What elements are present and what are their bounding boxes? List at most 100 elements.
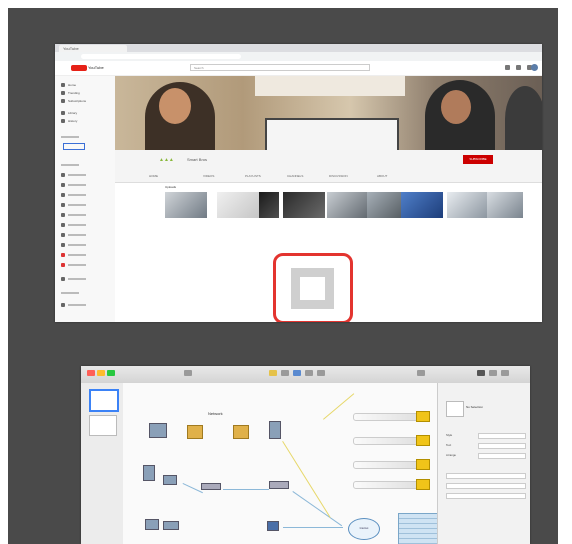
sidebar-item[interactable] xyxy=(61,212,86,217)
toolbar-button[interactable] xyxy=(501,370,509,376)
video-thumbnail[interactable] xyxy=(259,192,279,218)
inspector-field[interactable] xyxy=(478,433,526,439)
sign-in-button[interactable] xyxy=(63,143,85,150)
sidebar-item[interactable] xyxy=(61,302,86,307)
sidebar-item[interactable] xyxy=(61,232,86,237)
folder-icon xyxy=(416,435,430,446)
video-card[interactable] xyxy=(259,192,279,234)
sidebar-item-home[interactable]: Home xyxy=(61,82,76,87)
sidebar-item[interactable] xyxy=(61,192,86,197)
folder-device[interactable] xyxy=(187,425,203,439)
toolbar-button[interactable] xyxy=(317,370,325,376)
close-window-icon[interactable] xyxy=(87,370,95,376)
video-thumbnail[interactable] xyxy=(217,192,259,218)
video-card[interactable] xyxy=(447,192,489,234)
tab-videos[interactable]: VIDEOS xyxy=(203,174,214,178)
sidebar-item-history[interactable]: History xyxy=(61,118,77,123)
toolbar-button[interactable] xyxy=(417,370,425,376)
subscribe-button[interactable]: SUBSCRIBE xyxy=(463,155,493,164)
tab-playlists[interactable]: PLAYLISTS xyxy=(245,174,261,178)
zoom-window-icon[interactable] xyxy=(107,370,115,376)
toolbar-button[interactable] xyxy=(305,370,313,376)
server-device[interactable] xyxy=(149,423,167,438)
sidebar-item[interactable] xyxy=(61,276,86,281)
video-card[interactable] xyxy=(487,192,523,234)
monitor-device[interactable] xyxy=(163,475,177,485)
minimize-window-icon[interactable] xyxy=(97,370,105,376)
video-card[interactable] xyxy=(283,192,325,234)
page-thumbnail-selected[interactable] xyxy=(89,389,119,412)
connector-line[interactable] xyxy=(182,483,203,494)
page-thumbnail[interactable] xyxy=(89,415,117,436)
inspector-field[interactable] xyxy=(478,453,526,459)
inspector-field[interactable] xyxy=(446,483,526,489)
tower-device[interactable] xyxy=(269,421,281,439)
video-thumbnail[interactable] xyxy=(447,192,489,218)
toolbar-button[interactable] xyxy=(281,370,289,376)
connector-line-yellow[interactable] xyxy=(282,441,331,518)
sidebar-item[interactable] xyxy=(61,242,86,247)
wifi-device[interactable] xyxy=(267,521,279,531)
channel-logo[interactable]: ▲▲▲ xyxy=(159,157,174,163)
video-card[interactable] xyxy=(327,192,369,234)
section-heading-placeholder xyxy=(61,163,79,166)
channel-name[interactable]: Smart Bros xyxy=(187,157,207,162)
inspector-field[interactable] xyxy=(478,443,526,449)
inspector-row-label: Arrange xyxy=(446,453,456,457)
video-card[interactable] xyxy=(165,192,207,234)
video-card[interactable] xyxy=(217,192,259,234)
server-icon xyxy=(149,423,167,438)
toolbar-button[interactable] xyxy=(489,370,497,376)
address-bar[interactable] xyxy=(81,54,241,59)
connector-line[interactable] xyxy=(283,527,343,528)
browser-tab[interactable]: YouTube xyxy=(59,45,127,52)
inspector-field[interactable] xyxy=(446,473,526,479)
diagram-app-window-thumbnail[interactable]: Network Internet No Selection Style Text… xyxy=(81,366,530,544)
inspector-field[interactable] xyxy=(446,493,526,499)
pc-device[interactable] xyxy=(145,519,159,530)
workstation-device[interactable] xyxy=(143,465,155,481)
shape-tool-icon[interactable] xyxy=(269,370,277,376)
upload-icon[interactable] xyxy=(505,65,510,70)
sidebar-item[interactable] xyxy=(61,202,86,207)
toolbar-button[interactable] xyxy=(184,370,192,376)
video-thumbnail[interactable] xyxy=(283,192,325,218)
sidebar-item[interactable] xyxy=(61,262,86,267)
sidebar-item[interactable] xyxy=(61,182,86,187)
uploads-heading[interactable]: Uploads xyxy=(165,185,176,189)
toolbar-button[interactable] xyxy=(293,370,301,376)
connector-line-yellow[interactable] xyxy=(323,393,355,420)
tab-discussion[interactable]: DISCUSSION xyxy=(329,174,348,178)
video-card[interactable] xyxy=(401,192,443,234)
sidebar-item[interactable] xyxy=(61,222,86,227)
tab-home[interactable]: HOME xyxy=(149,174,158,178)
apps-icon[interactable] xyxy=(516,65,521,70)
internet-cloud[interactable]: Internet xyxy=(348,518,380,540)
diagram-canvas[interactable]: Network Internet xyxy=(123,383,470,544)
sidebar-section-heading xyxy=(61,290,79,295)
sidebar-item[interactable] xyxy=(61,252,86,257)
inspector-toggle-icon[interactable] xyxy=(477,370,485,376)
laptop-device[interactable] xyxy=(163,521,179,530)
video-thumbnail[interactable] xyxy=(165,192,207,218)
tab-about[interactable]: ABOUT xyxy=(377,174,387,178)
avatar[interactable] xyxy=(531,64,538,71)
sidebar-item-subscriptions[interactable]: Subscriptions xyxy=(61,98,86,103)
sidebar-sign-in[interactable] xyxy=(61,134,79,139)
sidebar-item-library[interactable]: Library xyxy=(61,110,77,115)
sidebar-item[interactable] xyxy=(61,172,86,177)
square-logo-icon xyxy=(291,268,334,309)
browser-window-thumbnail[interactable]: YouTube YouTube Search Home Trending Sub… xyxy=(55,44,542,322)
search-input[interactable]: Search xyxy=(190,64,370,71)
folder-device[interactable] xyxy=(233,425,249,439)
video-thumbnail[interactable] xyxy=(401,192,443,218)
sidebar-item-trending[interactable]: Trending xyxy=(61,90,80,95)
router-device[interactable] xyxy=(269,481,289,489)
connector-line[interactable] xyxy=(223,489,269,490)
tab-channels[interactable]: CHANNELS xyxy=(287,174,303,178)
video-thumbnail[interactable] xyxy=(327,192,369,218)
switch-device[interactable] xyxy=(201,483,221,490)
highlighted-app-icon[interactable] xyxy=(273,253,353,322)
video-thumbnail[interactable] xyxy=(487,192,523,218)
youtube-logo-icon[interactable] xyxy=(71,65,87,71)
